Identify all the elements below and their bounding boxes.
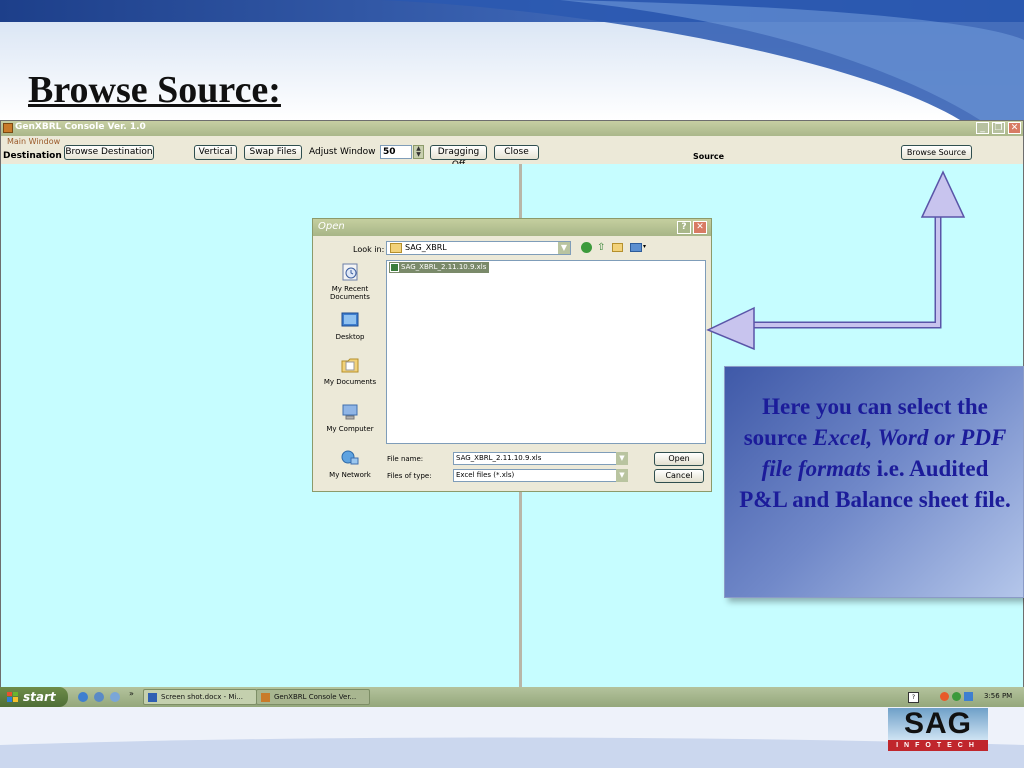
tray-arrow-icon[interactable]: [940, 692, 949, 701]
place-desktop[interactable]: Desktop: [319, 311, 381, 341]
place-label: My Recent Documents: [330, 285, 370, 301]
file-name-dropdown-icon[interactable]: ▼: [616, 452, 628, 465]
swap-files-button[interactable]: Swap Files: [244, 145, 302, 160]
view-menu-arrow-icon[interactable]: ▾: [643, 243, 646, 250]
show-desktop-icon[interactable]: [94, 692, 104, 702]
cancel-button[interactable]: Cancel: [654, 469, 704, 483]
place-my-network[interactable]: My Network: [319, 449, 381, 479]
places-bar: My Recent Documents Desktop My Documents…: [319, 259, 381, 485]
look-in-select[interactable]: SAG_XBRL ▼: [386, 241, 571, 255]
source-label: Source: [693, 152, 725, 161]
genxbrl-icon: [261, 692, 270, 702]
adjust-window-input[interactable]: 50: [380, 145, 412, 159]
close-window-button[interactable]: ✕: [1008, 122, 1021, 134]
taskbar-item-label: Screen shot.docx - Mi...: [161, 693, 243, 701]
open-file-dialog: Open ? ✕ Look in: SAG_XBRL ▼ ⇧ ▾ My Rece…: [312, 218, 712, 492]
annotation-arrow: [706, 170, 966, 351]
place-label: Desktop: [335, 333, 365, 341]
file-item-label: SAG_XBRL_2.11.10.9.xls: [401, 263, 487, 271]
help-tray-icon[interactable]: ?: [908, 692, 919, 703]
up-folder-icon[interactable]: ⇧: [597, 242, 607, 253]
clock: 3:56 PM: [984, 692, 1013, 700]
my-network-icon: [341, 450, 359, 465]
file-name-label: File name:: [387, 455, 424, 463]
place-label: My Computer: [326, 425, 374, 433]
my-documents-icon: [341, 358, 359, 373]
excel-file-icon: [390, 263, 399, 272]
my-computer-icon: [342, 404, 358, 420]
taskbar-item-label: GenXBRL Console Ver...: [274, 693, 357, 701]
back-icon[interactable]: [581, 242, 592, 253]
dialog-title: Open: [318, 221, 345, 232]
chevron-right-icon[interactable]: »: [129, 689, 134, 698]
file-list[interactable]: SAG_XBRL_2.11.10.9.xls: [386, 260, 706, 444]
logo-subtitle: INFOTECH: [888, 740, 988, 751]
place-label: My Network: [329, 471, 371, 479]
place-my-computer[interactable]: My Computer: [319, 403, 381, 433]
look-in-label: Look in:: [353, 245, 385, 254]
sag-infotech-logo: SAG INFOTECH: [888, 708, 988, 752]
file-item[interactable]: SAG_XBRL_2.11.10.9.xls: [389, 262, 490, 273]
start-button[interactable]: start: [0, 687, 68, 707]
app-toolbar: Main Window Destination Browse Destinati…: [1, 136, 1023, 170]
help-button[interactable]: ?: [677, 221, 691, 234]
adjust-window-label: Adjust Window: [309, 147, 376, 157]
file-type-label: Files of type:: [387, 472, 432, 480]
desktop-icon: [341, 312, 359, 327]
recent-documents-icon: [342, 263, 358, 281]
browse-source-button[interactable]: Browse Source: [901, 145, 972, 160]
app-icon: [3, 123, 13, 133]
place-recent-documents[interactable]: My Recent Documents: [319, 263, 381, 301]
adjust-window-spinner[interactable]: ▲ ▼: [413, 145, 424, 159]
ie-icon[interactable]: [78, 692, 88, 702]
app-titlebar[interactable]: GenXBRL Console Ver. 1.0 _ ❐ ✕: [1, 121, 1023, 136]
app-title: GenXBRL Console Ver. 1.0: [15, 122, 146, 132]
chevron-down-icon[interactable]: ▼: [558, 242, 570, 254]
restore-button[interactable]: ❐: [992, 122, 1005, 134]
callout-box: Here you can select the source Excel, Wo…: [724, 366, 1024, 598]
menu-main-window[interactable]: Main Window: [7, 137, 60, 146]
callout-text: Here you can select the source Excel, Wo…: [735, 391, 1015, 515]
file-type-dropdown-icon[interactable]: ▼: [616, 469, 628, 482]
open-button[interactable]: Open: [654, 452, 704, 466]
system-tray: ? 3:56 PM: [904, 687, 1024, 707]
logo-name: SAG: [888, 708, 988, 740]
look-in-value: SAG_XBRL: [405, 243, 447, 252]
taskbar: start » Screen shot.docx - Mi... GenXBRL…: [0, 687, 1024, 707]
taskbar-item-word[interactable]: Screen shot.docx - Mi...: [143, 689, 257, 705]
slide-title: Browse Source:: [28, 69, 281, 111]
word-icon: [148, 692, 157, 702]
new-folder-icon[interactable]: [612, 243, 623, 252]
windows-flag-icon: [7, 692, 18, 702]
dragging-toggle-button[interactable]: Dragging Off: [430, 145, 487, 170]
security-tray-icon[interactable]: [964, 692, 973, 701]
vertical-button[interactable]: Vertical: [194, 145, 237, 160]
folder-icon: [390, 242, 402, 253]
destination-label: Destination: [3, 151, 62, 161]
file-name-input[interactable]: SAG_XBRL_2.11.10.9.xls: [453, 452, 628, 465]
start-label: start: [23, 690, 56, 704]
place-label: My Documents: [323, 378, 377, 386]
place-my-documents[interactable]: My Documents: [319, 356, 381, 386]
file-type-select[interactable]: Excel files (*.xls): [453, 469, 628, 482]
dialog-titlebar[interactable]: Open ? ✕: [313, 219, 711, 236]
browse-destination-button[interactable]: Browse Destination: [64, 145, 154, 160]
taskbar-item-genxbrl[interactable]: GenXBRL Console Ver...: [256, 689, 370, 705]
view-menu-icon[interactable]: [630, 243, 642, 252]
close-button[interactable]: Close: [494, 145, 539, 160]
media-player-icon[interactable]: [110, 692, 120, 702]
network-tray-icon[interactable]: [952, 692, 961, 701]
minimize-button[interactable]: _: [976, 122, 989, 134]
